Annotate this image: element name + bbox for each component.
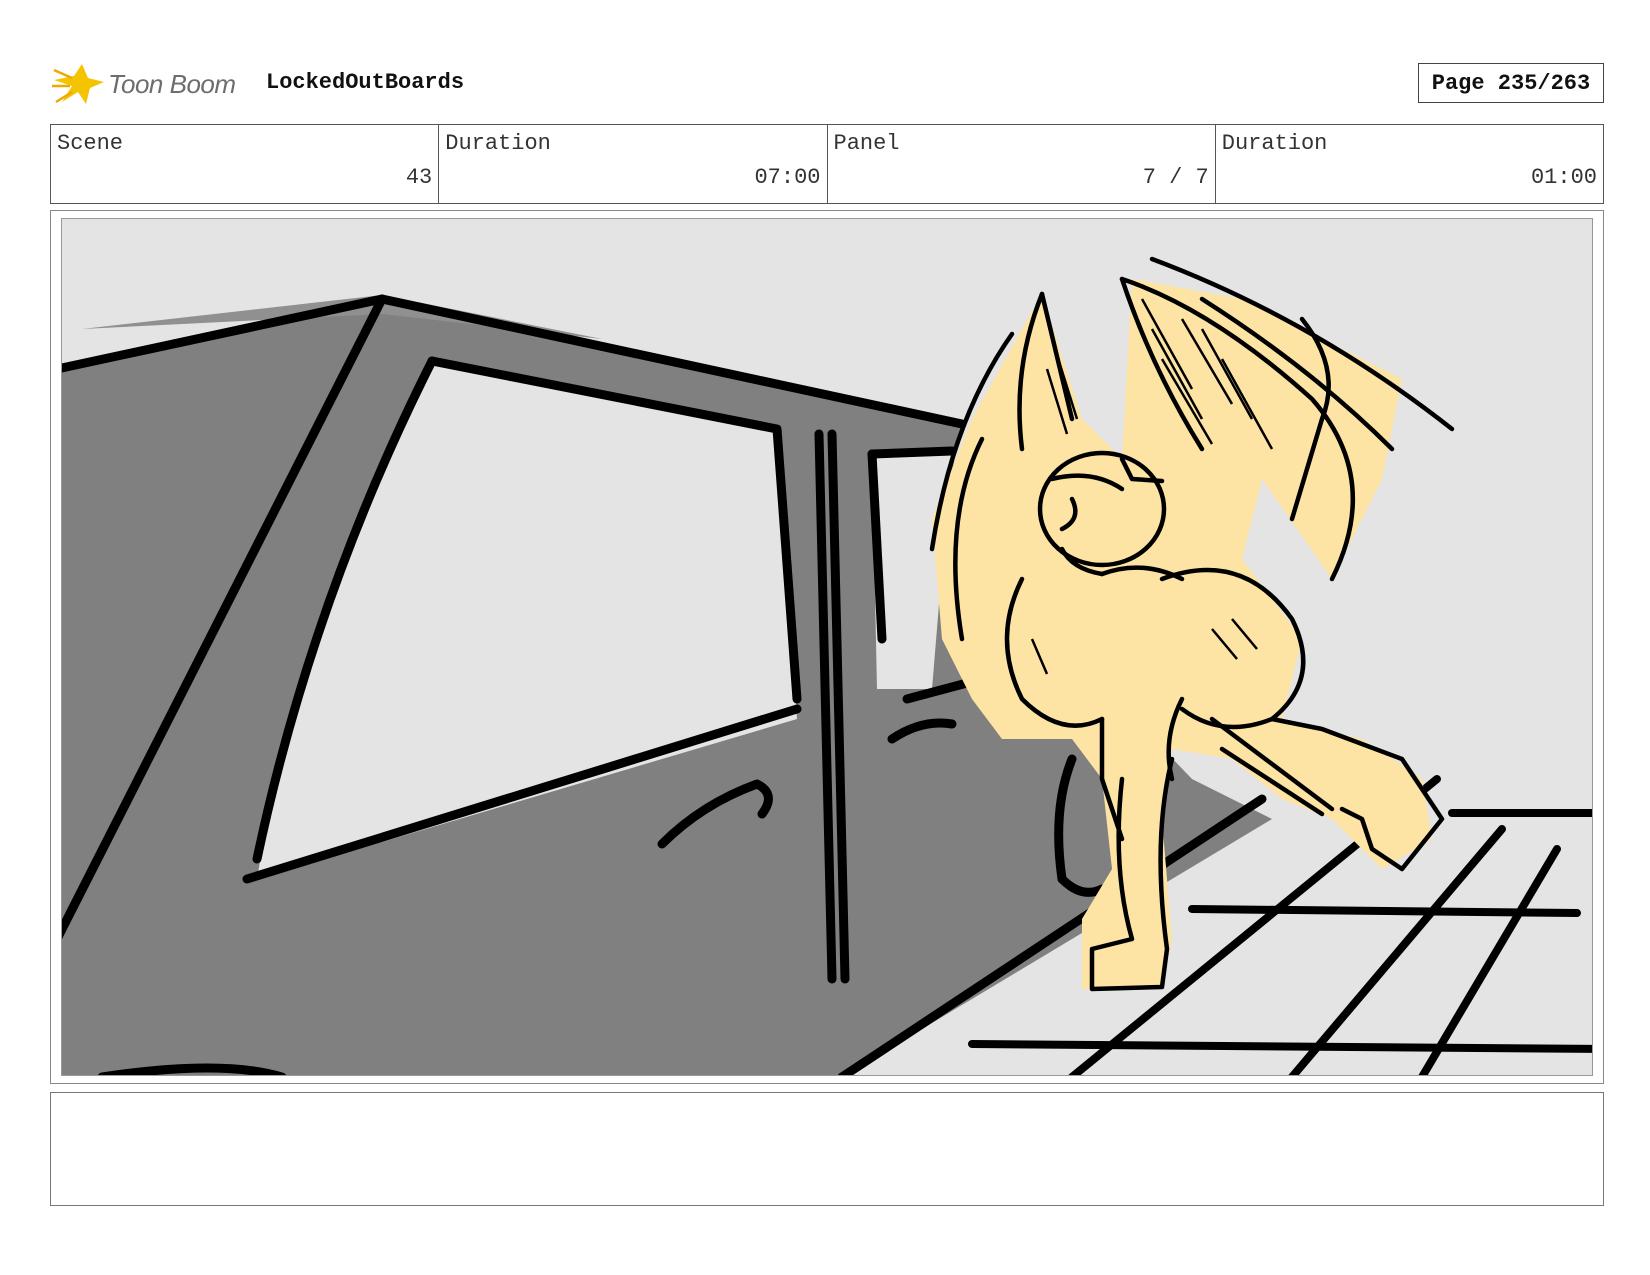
panel-value: 7 / 7 <box>1142 165 1209 190</box>
panel-artwork <box>61 218 1593 1076</box>
scene-value: 43 <box>405 165 433 190</box>
storyboard-drawing <box>62 256 1592 1075</box>
panel-label: Panel <box>833 131 900 156</box>
scene-duration-value: 07:00 <box>754 165 821 190</box>
scene-label: Scene <box>57 131 124 156</box>
notes-box <box>50 1092 1604 1206</box>
page-number: Page 235/263 <box>1418 63 1604 103</box>
panel-duration-cell: Duration 01:00 <box>1216 125 1603 203</box>
brand-name: Toon Boom <box>108 68 236 99</box>
toon-boom-star-icon <box>52 64 104 104</box>
scene-duration-label: Duration <box>445 131 551 156</box>
info-bar: Scene 43 Duration 07:00 Panel 7 / 7 Dura… <box>50 124 1604 204</box>
panel-duration-value: 01:00 <box>1530 165 1597 190</box>
panel-cell: Panel 7 / 7 <box>828 125 1216 203</box>
scene-cell: Scene 43 <box>51 125 440 203</box>
toon-boom-logo: Toon Boom <box>52 58 236 110</box>
project-title: LockedOutBoards <box>266 70 465 95</box>
scene-duration-cell: Duration 07:00 <box>439 125 828 203</box>
panel-duration-label: Duration <box>1221 131 1328 156</box>
